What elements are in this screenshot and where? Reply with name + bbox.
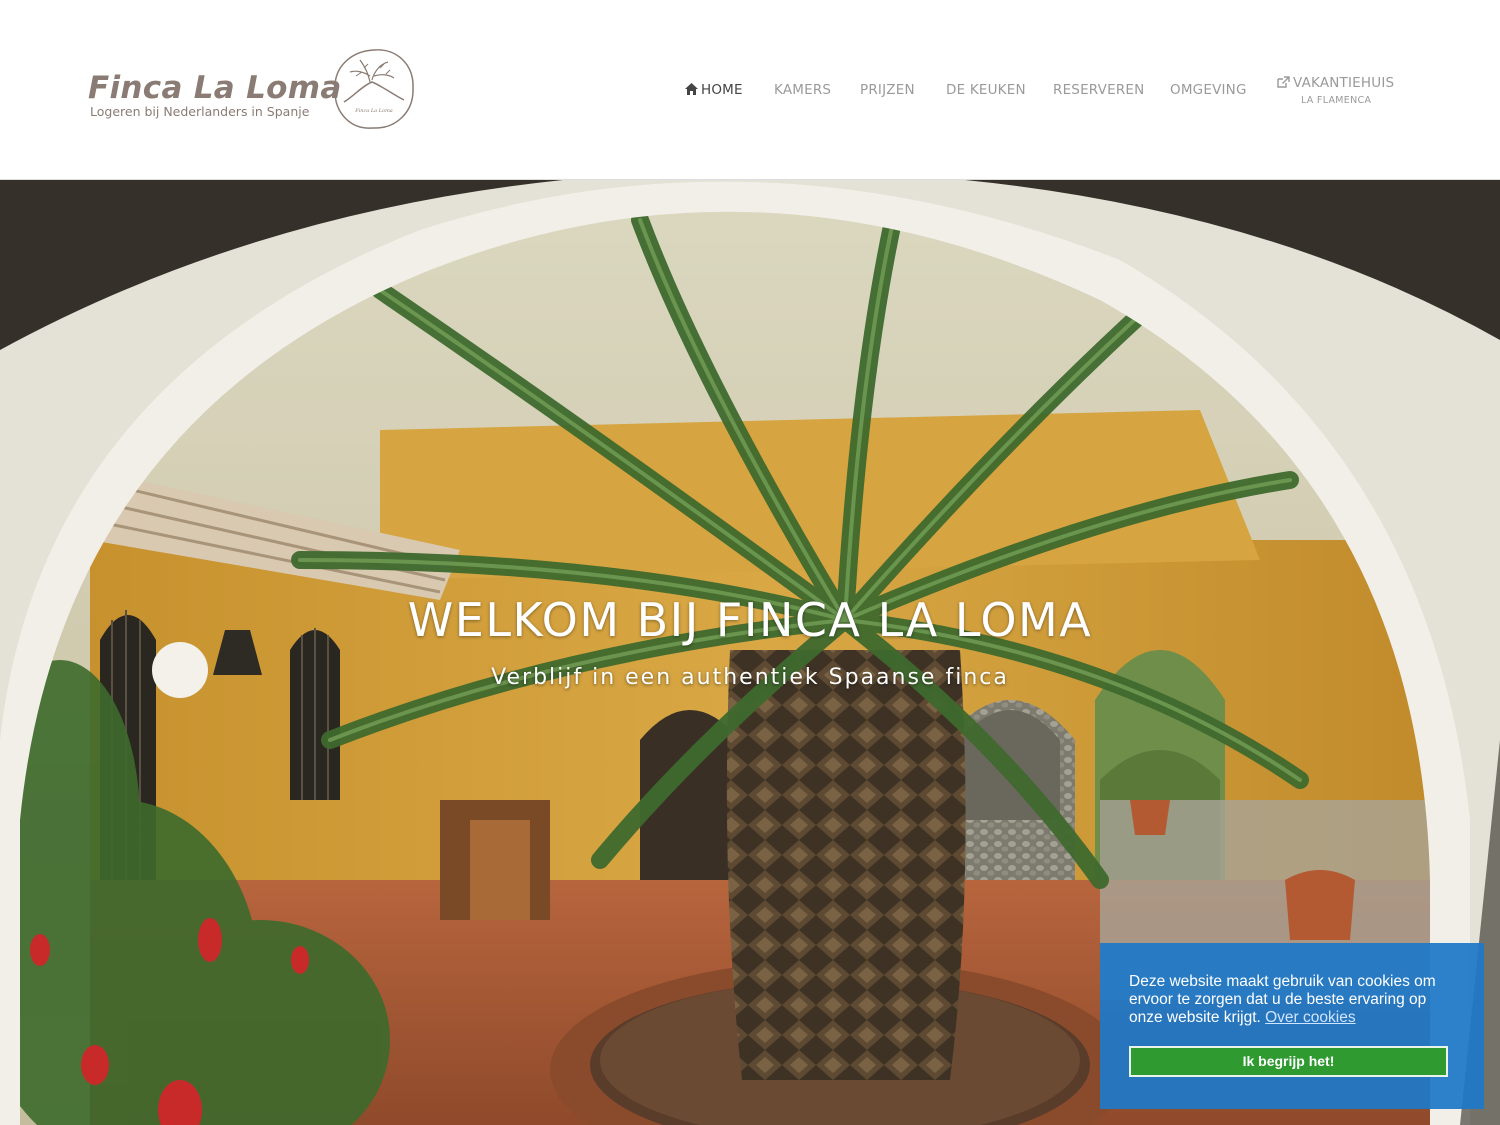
nav-sublabel-la-flamenca: LA FLAMENCA — [1301, 95, 1372, 106]
external-link-icon — [1277, 76, 1290, 88]
nav-item-reserveren[interactable]: RESERVEREN — [1053, 82, 1144, 98]
home-icon — [685, 83, 698, 95]
nav-item-kamers[interactable]: KAMERS — [774, 82, 831, 98]
nav-item-de-keuken[interactable]: DE KEUKEN — [946, 82, 1026, 98]
nav-item-omgeving[interactable]: OMGEVING — [1170, 82, 1247, 98]
cookie-accept-button[interactable]: Ik begrijp het! — [1129, 1046, 1448, 1077]
hero-title: WELKOM BIJ FINCA LA LOMA — [407, 593, 1093, 647]
cookie-info-link[interactable]: Over cookies — [1265, 1009, 1355, 1026]
site-header: Finca La Loma Logeren bij Nederlanders i… — [0, 0, 1500, 180]
cookie-banner: Deze website maakt gebruik van cookies o… — [1100, 943, 1484, 1109]
nav-label-home: HOME — [701, 82, 743, 98]
main-nav: HOME KAMERS PRIJZEN DE KEUKEN RESERVEREN… — [0, 74, 1500, 114]
hero-subtitle: Verblijf in een authentiek Spaanse finca — [491, 665, 1009, 690]
nav-item-home[interactable]: HOME — [685, 82, 743, 98]
cookie-message: Deze website maakt gebruik van cookies o… — [1129, 973, 1456, 1027]
nav-item-prijzen[interactable]: PRIJZEN — [860, 82, 915, 98]
nav-label-vakantiehuis: VAKANTIEHUIS — [1293, 75, 1395, 91]
nav-item-vakantiehuis[interactable]: VAKANTIEHUIS LA FLAMENCA — [1277, 75, 1395, 106]
